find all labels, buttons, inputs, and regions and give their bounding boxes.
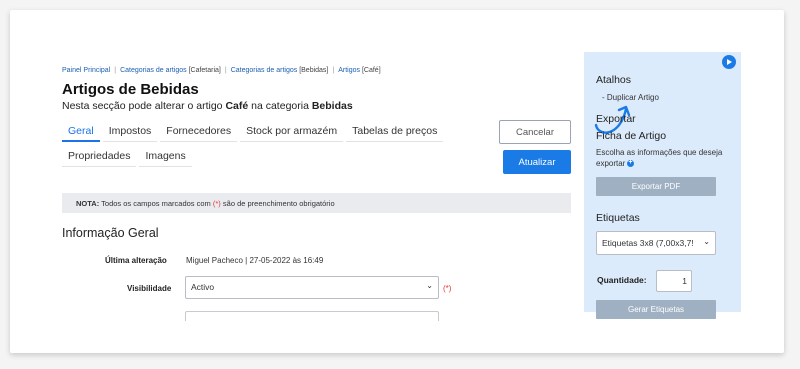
breadcrumb-suffix: [Bebidas] xyxy=(297,67,329,74)
tabs-row-2: Propriedades Imagens xyxy=(62,147,195,167)
quantity-label: Quantidade: xyxy=(597,275,647,285)
tab-impostos[interactable]: Impostos xyxy=(102,122,158,142)
note-text-after: são de preenchimento obrigatório xyxy=(222,199,335,208)
visibility-select-value: Activo xyxy=(191,282,215,292)
sheet-title: Ficha de Artigo xyxy=(596,130,667,142)
info-plus-icon[interactable] xyxy=(627,157,635,168)
note-required-marker: (*) xyxy=(212,199,221,208)
cancel-button[interactable]: Cancelar xyxy=(499,120,571,144)
labels-title: Etiquetas xyxy=(596,212,640,224)
breadcrumb: Painel Principal | Categorias de artigos [… xyxy=(62,67,381,74)
shortcuts-title: Atalhos xyxy=(596,74,632,86)
required-fields-note: NOTA: Todos os campos marcados com (*) s… xyxy=(62,193,571,213)
breadcrumb-separator: | xyxy=(332,67,335,74)
quantity-input[interactable]: 1 xyxy=(656,270,692,292)
labels-select-value: Etiquetas 3x8 (7,00x3,7! xyxy=(602,238,694,248)
tab-tabelas-de-precos[interactable]: Tabelas de preços xyxy=(346,122,444,142)
breadcrumb-link-artigos[interactable]: Artigos xyxy=(338,67,360,74)
tab-imagens[interactable]: Imagens xyxy=(139,147,192,167)
export-pdf-button[interactable]: Exportar PDF xyxy=(596,177,716,196)
tabs-row-1: Geral Impostos Fornecedores Stock por ar… xyxy=(62,122,446,142)
sheet-text: Escolha as informações que deseja export… xyxy=(596,148,723,168)
visibility-required-marker: (*) xyxy=(443,284,452,293)
page-subtitle: Nesta secção pode alterar o artigo Café … xyxy=(62,100,353,112)
visibility-select[interactable]: Activo ⌄ xyxy=(185,276,439,299)
main-card: Painel Principal | Categorias de artigos [… xyxy=(10,10,784,353)
subtitle-item: Café xyxy=(225,100,249,112)
tab-fornecedores[interactable]: Fornecedores xyxy=(160,122,238,142)
breadcrumb-link-bebidas[interactable]: Categorias de artigos xyxy=(231,67,298,74)
labels-select[interactable]: Etiquetas 3x8 (7,00x3,7! ⌄ xyxy=(596,231,716,255)
export-title: Exportar xyxy=(596,113,636,125)
breadcrumb-suffix: [Cafetaria] xyxy=(186,67,221,74)
breadcrumb-separator: | xyxy=(224,67,227,74)
breadcrumb-link-home[interactable]: Painel Principal xyxy=(62,67,110,74)
last-change-value: Miguel Pacheco | 27-05-2022 às 16:49 xyxy=(186,256,324,265)
breadcrumb-suffix: [Café] xyxy=(360,67,381,74)
section-title-general-info: Informação Geral xyxy=(62,226,159,240)
chevron-down-icon: ⌄ xyxy=(701,237,710,246)
chevron-down-icon: ⌄ xyxy=(426,281,433,290)
breadcrumb-separator: | xyxy=(114,67,117,74)
next-field-partial[interactable] xyxy=(185,311,439,321)
visibility-label: Visibilidade xyxy=(127,284,172,293)
note-label: NOTA: xyxy=(76,199,100,208)
subtitle-mid: na categoria xyxy=(251,100,309,112)
generate-labels-button[interactable]: Gerar Etiquetas xyxy=(596,300,716,319)
subtitle-prefix: Nesta secção pode alterar o artigo xyxy=(62,100,223,112)
play-icon[interactable] xyxy=(722,55,736,69)
last-change-label: Última alteração xyxy=(105,256,167,265)
sheet-description: Escolha as informações que deseja export… xyxy=(596,147,726,169)
tab-propriedades[interactable]: Propriedades xyxy=(62,147,137,167)
tab-geral[interactable]: Geral xyxy=(62,122,100,142)
breadcrumb-link-cafetaria[interactable]: Categorias de artigos xyxy=(120,67,187,74)
update-button[interactable]: Atualizar xyxy=(503,150,571,174)
page-title: Artigos de Bebidas xyxy=(62,81,199,98)
sidebar-panel: Atalhos - Duplicar Artigo Exportar Ficha… xyxy=(584,52,741,319)
subtitle-category: Bebidas xyxy=(311,100,353,112)
note-text-before: Todos os campos marcados com xyxy=(101,199,211,208)
tab-stock-por-armazem[interactable]: Stock por armazém xyxy=(240,122,344,142)
